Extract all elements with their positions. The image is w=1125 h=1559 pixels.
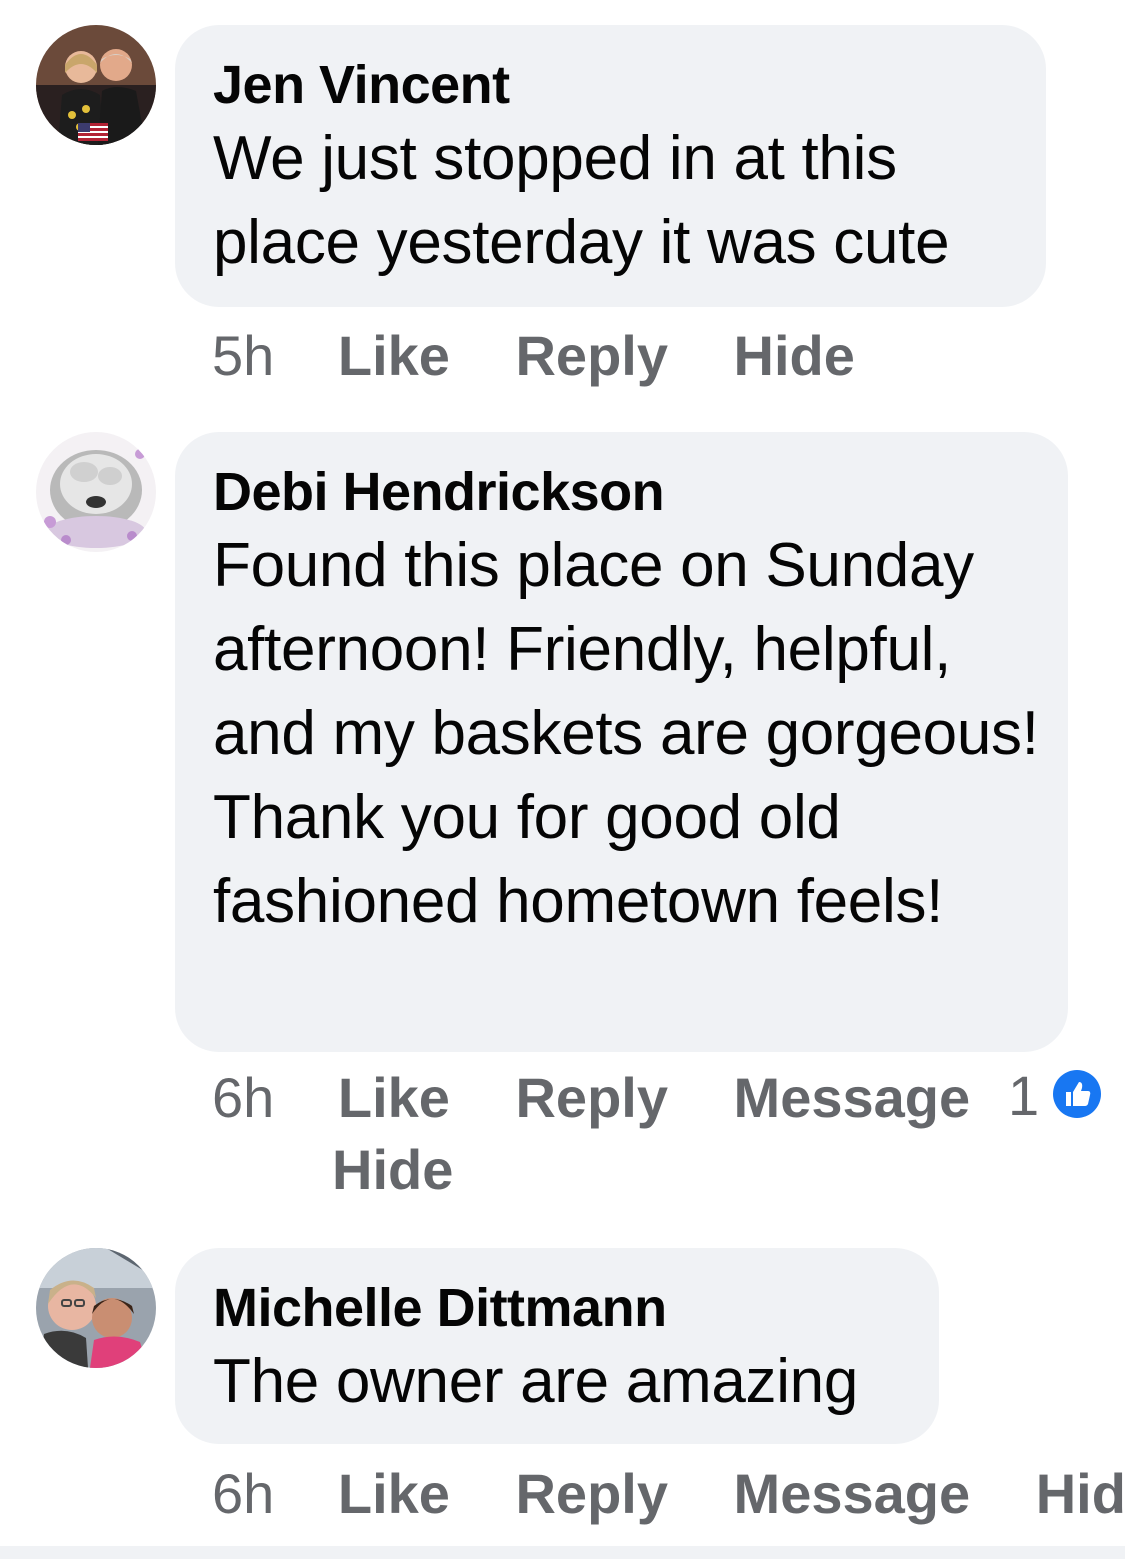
- hide-button[interactable]: Hide: [734, 324, 855, 387]
- comment-author[interactable]: Debi Hendrickson: [213, 462, 1030, 522]
- comment-text: Found this place on Sunday afternoon! Fr…: [213, 531, 1039, 936]
- avatar-jen-vincent[interactable]: [36, 25, 156, 145]
- reply-button[interactable]: Reply: [515, 1066, 668, 1129]
- reply-button[interactable]: Reply: [515, 324, 668, 387]
- message-button[interactable]: Message: [734, 1462, 971, 1525]
- like-button[interactable]: Like: [338, 324, 450, 387]
- comment-actions-wrap: Hide: [332, 1134, 453, 1206]
- hide-button[interactable]: Hide: [332, 1138, 453, 1201]
- comment-actions: 6h Like Reply Message: [212, 1062, 970, 1134]
- comment-actions: 6h Like Reply Message Hide: [212, 1458, 1125, 1530]
- avatar-photo-icon: [36, 25, 156, 145]
- comment-text: We just stopped in at this place yesterd…: [213, 124, 950, 277]
- comment-bubble: Debi Hendrickson Found this place on Sun…: [175, 432, 1068, 1052]
- like-button[interactable]: Like: [338, 1066, 450, 1129]
- comment-text: The owner are amazing: [213, 1347, 859, 1416]
- like-button[interactable]: Like: [338, 1462, 450, 1525]
- reply-button[interactable]: Reply: [515, 1462, 668, 1525]
- comment-author[interactable]: Michelle Dittmann: [213, 1278, 901, 1338]
- comment-timestamp[interactable]: 5h: [212, 324, 274, 387]
- comment-bubble: Jen Vincent We just stopped in at this p…: [175, 25, 1046, 307]
- thumbs-up-icon[interactable]: [1053, 1070, 1101, 1118]
- avatar-michelle-dittmann[interactable]: [36, 1248, 156, 1368]
- comment-timestamp[interactable]: 6h: [212, 1066, 274, 1129]
- message-button[interactable]: Message: [734, 1066, 971, 1129]
- avatar-debi-hendrickson[interactable]: [36, 432, 156, 552]
- comment-bubble: Michelle Dittmann The owner are amazing: [175, 1248, 939, 1444]
- reaction-count[interactable]: 1: [1008, 1060, 1039, 1132]
- avatar-photo-icon: [36, 432, 156, 552]
- comment-author[interactable]: Jen Vincent: [213, 55, 1008, 115]
- hide-button[interactable]: Hide: [1036, 1462, 1125, 1525]
- comment-actions: 5h Like Reply Hide: [212, 320, 855, 392]
- bottom-divider: [0, 1546, 1125, 1559]
- avatar-photo-icon: [36, 1248, 156, 1368]
- comment-timestamp[interactable]: 6h: [212, 1462, 274, 1525]
